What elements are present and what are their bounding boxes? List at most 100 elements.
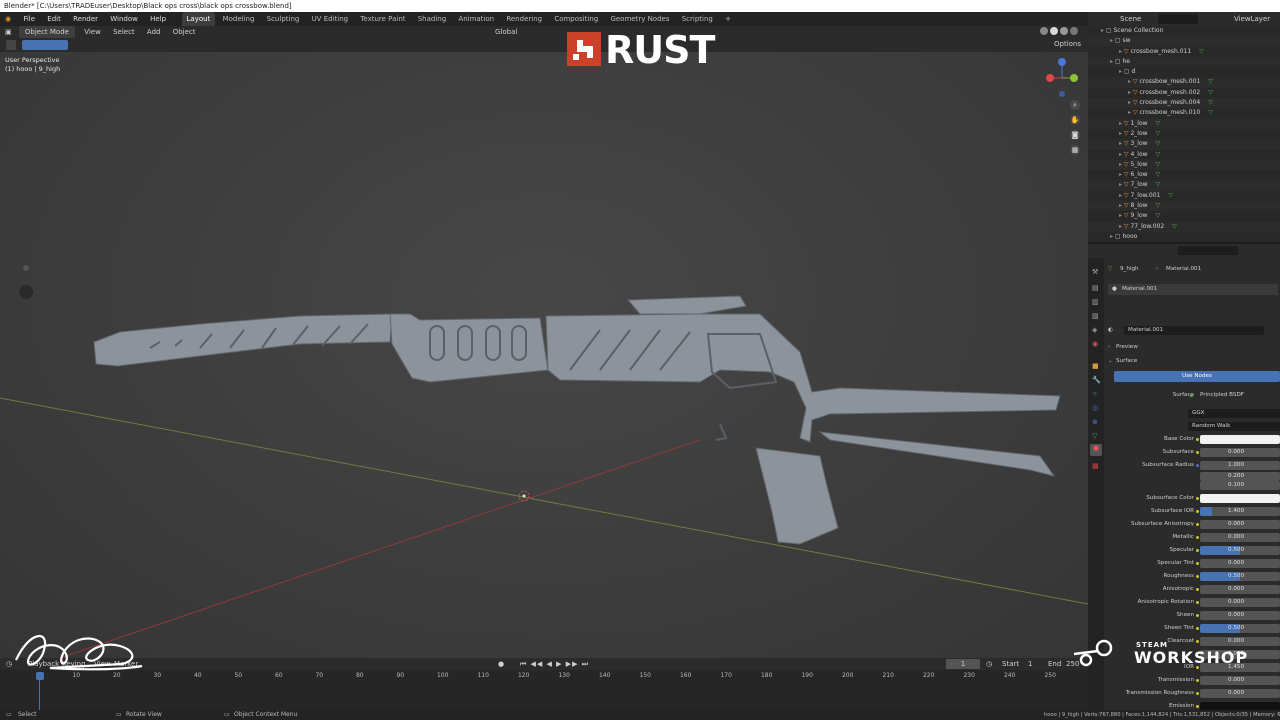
outliner-item[interactable]: ▸ ▽ crossbow_mesh.002 ▽ xyxy=(1088,88,1280,98)
material-shading-icon[interactable] xyxy=(1060,27,1068,35)
color-swatch[interactable] xyxy=(1200,435,1280,444)
view-layer-selector[interactable]: ViewLayer xyxy=(1234,12,1270,26)
wireframe-shading-icon[interactable] xyxy=(1040,27,1048,35)
camera-view-icon[interactable]: ◙ xyxy=(1070,130,1080,140)
value-slider[interactable]: 0.000 xyxy=(1200,448,1280,457)
3d-viewport[interactable]: User Perspective (1) hooo | 9_high ⌕ ✋ ◙… xyxy=(0,52,1088,658)
outliner-panel[interactable]: ▸ ▢ Scene Collection ▸ ▢ sw ▸ ▽ crossbow_m… xyxy=(1088,26,1280,242)
outliner-item[interactable]: ▸ ▽ 5_low ▽ xyxy=(1088,159,1280,171)
tab-uv-editing[interactable]: UV Editing xyxy=(307,12,354,26)
outliner-item[interactable]: ▸ ▽ crossbow_mesh.004 ▽ xyxy=(1088,98,1280,109)
rendered-shading-icon[interactable] xyxy=(1070,27,1078,35)
material-slot-item[interactable]: ● Material.001 xyxy=(1108,284,1278,295)
tab-animation[interactable]: Animation xyxy=(453,12,499,26)
output-tab-icon[interactable]: ▥ xyxy=(1092,298,1099,306)
outliner-item[interactable]: ▸ ▽ crossbow_mesh.001 ▽ xyxy=(1088,77,1280,88)
particles-tab-icon[interactable]: ✧ xyxy=(1092,390,1098,398)
outliner-item[interactable]: ▸ ▢ d xyxy=(1088,67,1280,77)
menu-help[interactable]: Help xyxy=(145,12,171,26)
tab-geometry-nodes[interactable]: Geometry Nodes xyxy=(605,12,674,26)
outliner-item[interactable]: ▸ ▽ 8_low ▽ xyxy=(1088,201,1280,212)
menu-add[interactable]: Add xyxy=(142,26,166,38)
menu-window[interactable]: Window xyxy=(105,12,143,26)
material-name-field[interactable]: Material.001 xyxy=(1124,326,1264,335)
solid-shading-icon[interactable] xyxy=(1050,27,1058,35)
tab-compositing[interactable]: Compositing xyxy=(549,12,603,26)
data-tab-icon[interactable]: ▽ xyxy=(1092,432,1097,440)
use-nodes-button[interactable]: Use Nodes xyxy=(1114,371,1280,382)
object-tab-icon[interactable]: ■ xyxy=(1092,362,1099,370)
outliner-item[interactable]: ▸ ▢ Scene Collection xyxy=(1088,26,1280,36)
mode-selector[interactable]: Object Mode xyxy=(18,26,75,38)
value-slider[interactable]: 1.000 xyxy=(1200,461,1280,470)
outliner-item[interactable]: ▸ ▽ 4_low ▽ xyxy=(1088,150,1280,160)
value-slider[interactable]: 0.000 xyxy=(1200,676,1280,685)
value-slider[interactable]: 0.000 xyxy=(1200,559,1280,568)
menu-render[interactable]: Render xyxy=(68,12,103,26)
value-slider[interactable]: 0.500 xyxy=(1200,572,1280,581)
outliner-item[interactable]: ▸ ▽ 7_low.001 ▽ xyxy=(1088,191,1280,201)
tab-shading[interactable]: Shading xyxy=(413,12,451,26)
texture-tab-icon[interactable]: ▩ xyxy=(1092,462,1099,470)
value-slider[interactable]: 0.500 xyxy=(1200,546,1280,555)
view-layer-tab-icon[interactable]: ▧ xyxy=(1092,312,1099,320)
value-slider[interactable]: 0.000 xyxy=(1200,611,1280,620)
ortho-grid-icon[interactable]: ▦ xyxy=(1070,145,1080,155)
scene-tab-icon[interactable]: ◈ xyxy=(1092,326,1097,334)
surface-panel-header[interactable]: ⌄ Surface xyxy=(1104,356,1280,367)
material-browse-icon[interactable]: ◐ xyxy=(1108,325,1113,336)
value-slider[interactable]: 0.000 xyxy=(1200,585,1280,594)
outliner-item[interactable]: ▸ ▢ hooo xyxy=(1088,232,1280,242)
outliner-item[interactable]: ▸ ▽ crossbow_mesh.010 ▽ xyxy=(1088,108,1280,118)
menu-select[interactable]: Select xyxy=(108,26,140,38)
tab-rendering[interactable]: Rendering xyxy=(501,12,547,26)
properties-search-input[interactable] xyxy=(1178,246,1238,255)
timeline-area[interactable]: 1102030405060708090100110120130140150160… xyxy=(0,670,1088,710)
tab-scripting[interactable]: Scripting xyxy=(677,12,718,26)
render-tab-icon[interactable]: ▤ xyxy=(1092,284,1099,292)
color-swatch[interactable] xyxy=(1200,494,1280,503)
material-tab-icon[interactable]: ● xyxy=(1090,444,1102,456)
subsurface-method-dropdown[interactable]: Random Walk xyxy=(1188,422,1280,431)
menu-file[interactable]: File xyxy=(18,12,40,26)
tab-sculpting[interactable]: Sculpting xyxy=(262,12,305,26)
tool-tab-icon[interactable]: ⚒ xyxy=(1092,268,1098,276)
tab-texture-paint[interactable]: Texture Paint xyxy=(355,12,410,26)
start-frame-field[interactable]: 1 xyxy=(1028,658,1032,670)
blender-logo-icon[interactable]: ◉ xyxy=(0,12,16,26)
toolbox-toggle-icon[interactable] xyxy=(6,40,16,50)
outliner-item[interactable]: ▸ ▽ 1_low ▽ xyxy=(1088,118,1280,129)
outliner-item[interactable]: ▸ ▽ 2_low ▽ xyxy=(1088,129,1280,139)
value-slider[interactable]: 0.000 xyxy=(1200,689,1280,698)
playback-controls[interactable]: ⏮ ◀◀ ◀ ▶ ▶▶ ⏭ xyxy=(520,658,589,670)
transform-orientation-selector[interactable]: Global xyxy=(490,26,522,38)
shader-selector[interactable]: Principled BSDF xyxy=(1200,390,1244,401)
outliner-item[interactable]: ▸ ▽ 77_low.002 ▽ xyxy=(1088,221,1280,232)
outliner-item[interactable]: ▸ ▢ sw xyxy=(1088,36,1280,47)
outliner-item[interactable]: ▸ ▽ 7_low ▽ xyxy=(1088,180,1280,191)
physics-tab-icon[interactable]: ◎ xyxy=(1092,404,1098,412)
menu-edit[interactable]: Edit xyxy=(42,12,66,26)
outliner-item[interactable]: ▸ ▽ crossbow_mesh.011 ▽ xyxy=(1088,47,1280,57)
emission-color-swatch[interactable] xyxy=(1200,702,1280,710)
value-slider[interactable]: 0.500 xyxy=(1200,624,1280,633)
options-button[interactable]: Options xyxy=(1054,40,1081,48)
outliner-item[interactable]: ▸ ▽ 9_low ▽ xyxy=(1088,211,1280,221)
outliner-item[interactable]: ▸ ▽ 6_low ▽ xyxy=(1088,170,1280,180)
record-button[interactable]: ● xyxy=(498,658,504,670)
current-frame-field[interactable]: 1 xyxy=(946,659,980,669)
material-datablock[interactable]: ◐ Material.001 xyxy=(1104,325,1280,336)
menu-view[interactable]: View xyxy=(79,26,106,38)
value-slider[interactable]: 1.400 xyxy=(1200,507,1280,516)
add-workspace-button[interactable]: + xyxy=(720,12,736,26)
outliner-item[interactable]: ▸ ▢ he xyxy=(1088,56,1280,68)
preview-range-icon[interactable]: ◷ xyxy=(986,658,992,670)
select-mode-buttons[interactable] xyxy=(22,40,68,50)
value-slider[interactable]: 0.000 xyxy=(1200,533,1280,542)
world-tab-icon[interactable]: ◉ xyxy=(1092,340,1098,348)
distribution-dropdown[interactable]: GGX xyxy=(1188,409,1280,418)
value-slider[interactable]: 0.100 xyxy=(1200,481,1280,490)
modifier-tab-icon[interactable]: 🔧 xyxy=(1092,376,1101,384)
value-slider[interactable]: 0.000 xyxy=(1200,598,1280,607)
scene-selector[interactable]: Scene xyxy=(1120,12,1141,26)
